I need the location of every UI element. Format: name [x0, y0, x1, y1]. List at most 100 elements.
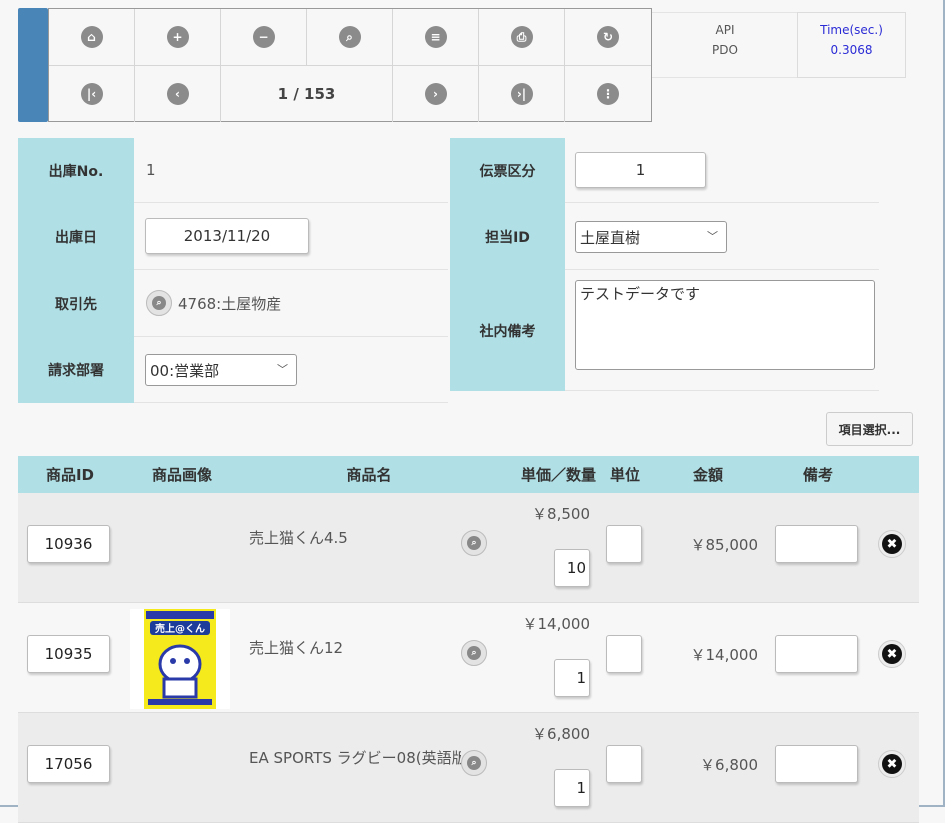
close-icon: ✖ — [882, 534, 902, 554]
unit-price: ￥8,500 — [532, 505, 590, 523]
memo-label: 社内備考 — [450, 270, 565, 391]
refresh-button[interactable]: ↻ — [565, 9, 651, 66]
header-amount: 金額 — [692, 466, 723, 484]
search-icon: ⌕ — [467, 536, 481, 550]
table-row: 10935 売上@くん 売上猫くん12 ⌕ ￥14,000 1 ￥14,000 … — [18, 603, 919, 713]
search-icon: ⌕ — [338, 26, 361, 48]
table-row: 10936 売上猫くん4.5 ⌕ ￥8,500 10 ￥85,000 ✖ — [18, 493, 919, 603]
product-search-button[interactable]: ⌕ — [461, 640, 487, 666]
quantity-input[interactable]: 1 — [554, 769, 590, 807]
billing-dept-label: 請求部署 — [18, 337, 134, 403]
unit-price: ￥14,000 — [522, 615, 591, 633]
print-button[interactable]: ⎙ — [479, 9, 565, 66]
timing-label: Time(sec.) — [820, 23, 883, 37]
unit-input[interactable] — [606, 525, 642, 563]
timing-info: Time(sec.) 0.3068 — [797, 12, 906, 78]
unit-price: ￥6,800 — [532, 725, 590, 743]
add-button[interactable]: + — [135, 9, 221, 66]
product-name: EA SPORTS ラグビー08(英語版) — [249, 749, 461, 767]
product-box-art: 売上@くん — [144, 609, 216, 709]
note-input[interactable] — [775, 525, 858, 563]
customer-label: 取引先 — [18, 270, 134, 337]
header-product-id: 商品ID — [45, 466, 95, 484]
memo-textarea[interactable]: テストデータです — [575, 280, 875, 370]
shipping-date-input[interactable]: 2013/11/20 — [145, 218, 309, 254]
delete-row-button[interactable]: ✖ — [878, 750, 906, 778]
header-name: 商品名 — [346, 466, 392, 484]
list-button[interactable]: ≡ — [393, 9, 479, 66]
product-image: 売上@くん — [130, 609, 230, 709]
header-note: 備考 — [802, 466, 833, 484]
next-page-button[interactable]: › — [393, 66, 479, 122]
next-page-icon: › — [424, 83, 447, 105]
delete-row-button[interactable]: ✖ — [878, 640, 906, 668]
more-icon: ⋮ — [597, 83, 619, 105]
last-page-icon: ›| — [510, 83, 533, 105]
close-icon: ✖ — [882, 644, 902, 664]
note-input[interactable] — [775, 635, 858, 673]
search-icon: ⌕ — [467, 646, 481, 660]
slip-type-input[interactable]: 1 — [575, 152, 706, 188]
slip-type-label: 伝票区分 — [450, 138, 565, 203]
item-select-button[interactable]: 項目選択... — [826, 412, 913, 446]
prev-page-button[interactable]: ‹ — [135, 66, 221, 122]
note-input[interactable] — [775, 745, 858, 783]
product-id-input[interactable]: 17056 — [27, 745, 110, 783]
page-indicator: 1 / 153 — [221, 66, 393, 122]
customer-field: ⌕ 4768:土屋物産 — [134, 270, 448, 337]
box-title: 売上@くん — [155, 622, 205, 635]
more-button[interactable]: ⋮ — [565, 66, 651, 122]
api-label: API — [715, 23, 735, 37]
first-page-icon: |‹ — [80, 83, 103, 105]
last-page-button[interactable]: ›| — [479, 66, 565, 122]
search-icon: ⌕ — [152, 296, 166, 310]
search-button[interactable]: ⌕ — [307, 9, 393, 66]
delete-row-button[interactable]: ✖ — [878, 530, 906, 558]
staff-label: 担当ID — [450, 203, 565, 270]
pdo-label: PDO — [712, 43, 738, 57]
search-icon: ⌕ — [467, 756, 481, 770]
shipping-no-label: 出庫No. — [18, 138, 134, 203]
product-id-input[interactable]: 10936 — [27, 525, 110, 563]
amount-value: ￥6,800 — [700, 756, 758, 774]
product-id-input[interactable]: 10935 — [27, 635, 110, 673]
product-name: 売上猫くん4.5 — [249, 529, 348, 547]
plus-icon: + — [166, 26, 189, 48]
staff-select[interactable]: 土屋直樹 ﹀ — [575, 221, 727, 253]
delete-button[interactable]: − — [221, 9, 307, 66]
quantity-input[interactable]: 10 — [554, 549, 590, 587]
billing-dept-select[interactable]: 00:営業部 ﹀ — [145, 354, 297, 386]
record-navigation: ⌂ + − ⌕ ≡ ⎙ ↻ |‹ ‹ 1 / 153 › ›| ⋮ — [48, 8, 652, 122]
first-page-button[interactable]: |‹ — [49, 66, 135, 122]
amount-value: ￥14,000 — [690, 646, 759, 664]
refresh-icon: ↻ — [597, 26, 619, 48]
amount-value: ￥85,000 — [690, 536, 759, 554]
customer-search-button[interactable]: ⌕ — [146, 290, 172, 316]
shipping-no-field: 1 — [134, 138, 448, 203]
prev-page-icon: ‹ — [166, 83, 189, 105]
list-icon: ≡ — [424, 26, 447, 48]
customer-value: 4768:土屋物産 — [178, 294, 282, 313]
detail-table-header: 商品ID 商品画像 商品名 単価／数量 単位 金額 備考 — [18, 456, 919, 493]
header-image: 商品画像 — [151, 466, 212, 484]
staff-value: 土屋直樹 — [580, 228, 641, 247]
billing-dept-value: 00:営業部 — [150, 361, 220, 380]
close-icon: ✖ — [882, 754, 902, 774]
chevron-down-icon: ﹀ — [277, 363, 288, 376]
print-icon: ⎙ — [510, 26, 533, 48]
page-info-text: 1 / 153 — [277, 85, 336, 103]
product-search-button[interactable]: ⌕ — [461, 530, 487, 556]
header-price-qty: 単価／数量 — [520, 466, 596, 484]
minus-icon: − — [252, 26, 275, 48]
quantity-input[interactable]: 1 — [554, 659, 590, 697]
shipping-no-value: 1 — [146, 161, 156, 179]
chevron-down-icon: ﹀ — [707, 230, 718, 243]
product-search-button[interactable]: ⌕ — [461, 750, 487, 776]
shipping-date-label: 出庫日 — [18, 203, 134, 270]
home-icon: ⌂ — [80, 26, 103, 48]
unit-input[interactable] — [606, 635, 642, 673]
home-button[interactable]: ⌂ — [49, 9, 135, 66]
side-tab[interactable] — [18, 8, 48, 122]
timing-value: 0.3068 — [830, 43, 873, 57]
unit-input[interactable] — [606, 745, 642, 783]
